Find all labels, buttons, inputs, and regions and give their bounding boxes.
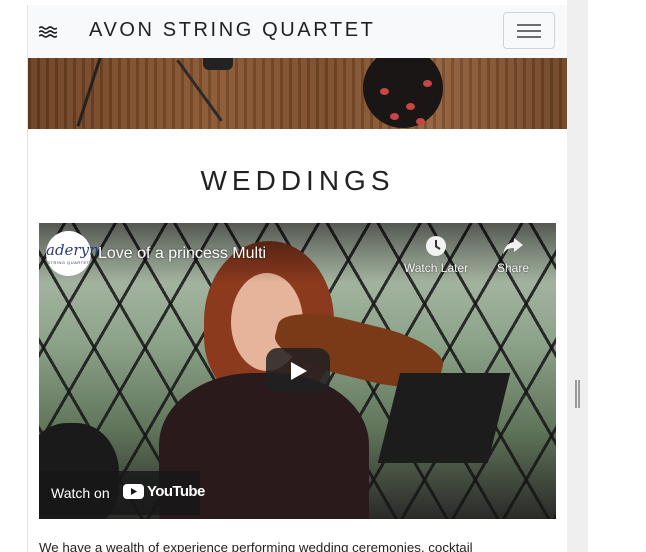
intro-paragraph: We have a wealth of experience performin… [39, 540, 473, 552]
youtube-logo: YouTube [123, 483, 205, 504]
watch-on-label: Watch on [51, 485, 110, 501]
menu-toggle-button[interactable] [503, 12, 555, 49]
watch-on-youtube-button[interactable]: Watch on YouTube [39, 471, 205, 515]
flower [390, 113, 399, 120]
hamburger-menu-icon [517, 24, 541, 26]
section-heading: WEDDINGS [200, 165, 395, 196]
page-viewport: AVON STRING QUARTET WEDDINGS aderyn STRI… [28, 5, 567, 552]
hamburger-line [517, 30, 541, 32]
flower [380, 88, 389, 95]
video-title[interactable]: Love of a princess Multi [98, 245, 266, 263]
hero-image [28, 58, 567, 129]
youtube-label: YouTube [147, 483, 205, 500]
flower [406, 103, 415, 110]
waves-icon[interactable] [38, 25, 58, 43]
flower [423, 80, 432, 87]
youtube-play-icon [123, 484, 144, 499]
watch-later-button[interactable]: Watch Later [401, 235, 471, 275]
share-button[interactable]: Share [478, 235, 548, 275]
brand-title[interactable]: AVON STRING QUARTET [89, 19, 375, 42]
side-panel [567, 0, 588, 552]
thumbnail-music-stand [377, 373, 511, 463]
hamburger-line [517, 36, 541, 38]
clock-icon [426, 236, 446, 256]
dress [363, 58, 443, 128]
shoe [203, 58, 233, 70]
share-label: Share [496, 261, 530, 275]
play-button[interactable] [266, 348, 330, 393]
channel-logo-text: aderyn [46, 241, 99, 259]
channel-logo[interactable]: aderyn STRING QUARTET [46, 231, 99, 276]
video-embed[interactable]: aderyn STRING QUARTET Love of a princess… [39, 223, 556, 519]
navbar: AVON STRING QUARTET [28, 5, 567, 59]
flower [416, 118, 425, 125]
channel-logo-subtext: STRING QUARTET [47, 260, 90, 265]
play-icon [291, 362, 307, 380]
resize-handle[interactable] [575, 380, 580, 408]
stand-leg [76, 58, 103, 127]
watch-later-label: Watch Later [403, 261, 469, 275]
share-icon [503, 238, 523, 255]
